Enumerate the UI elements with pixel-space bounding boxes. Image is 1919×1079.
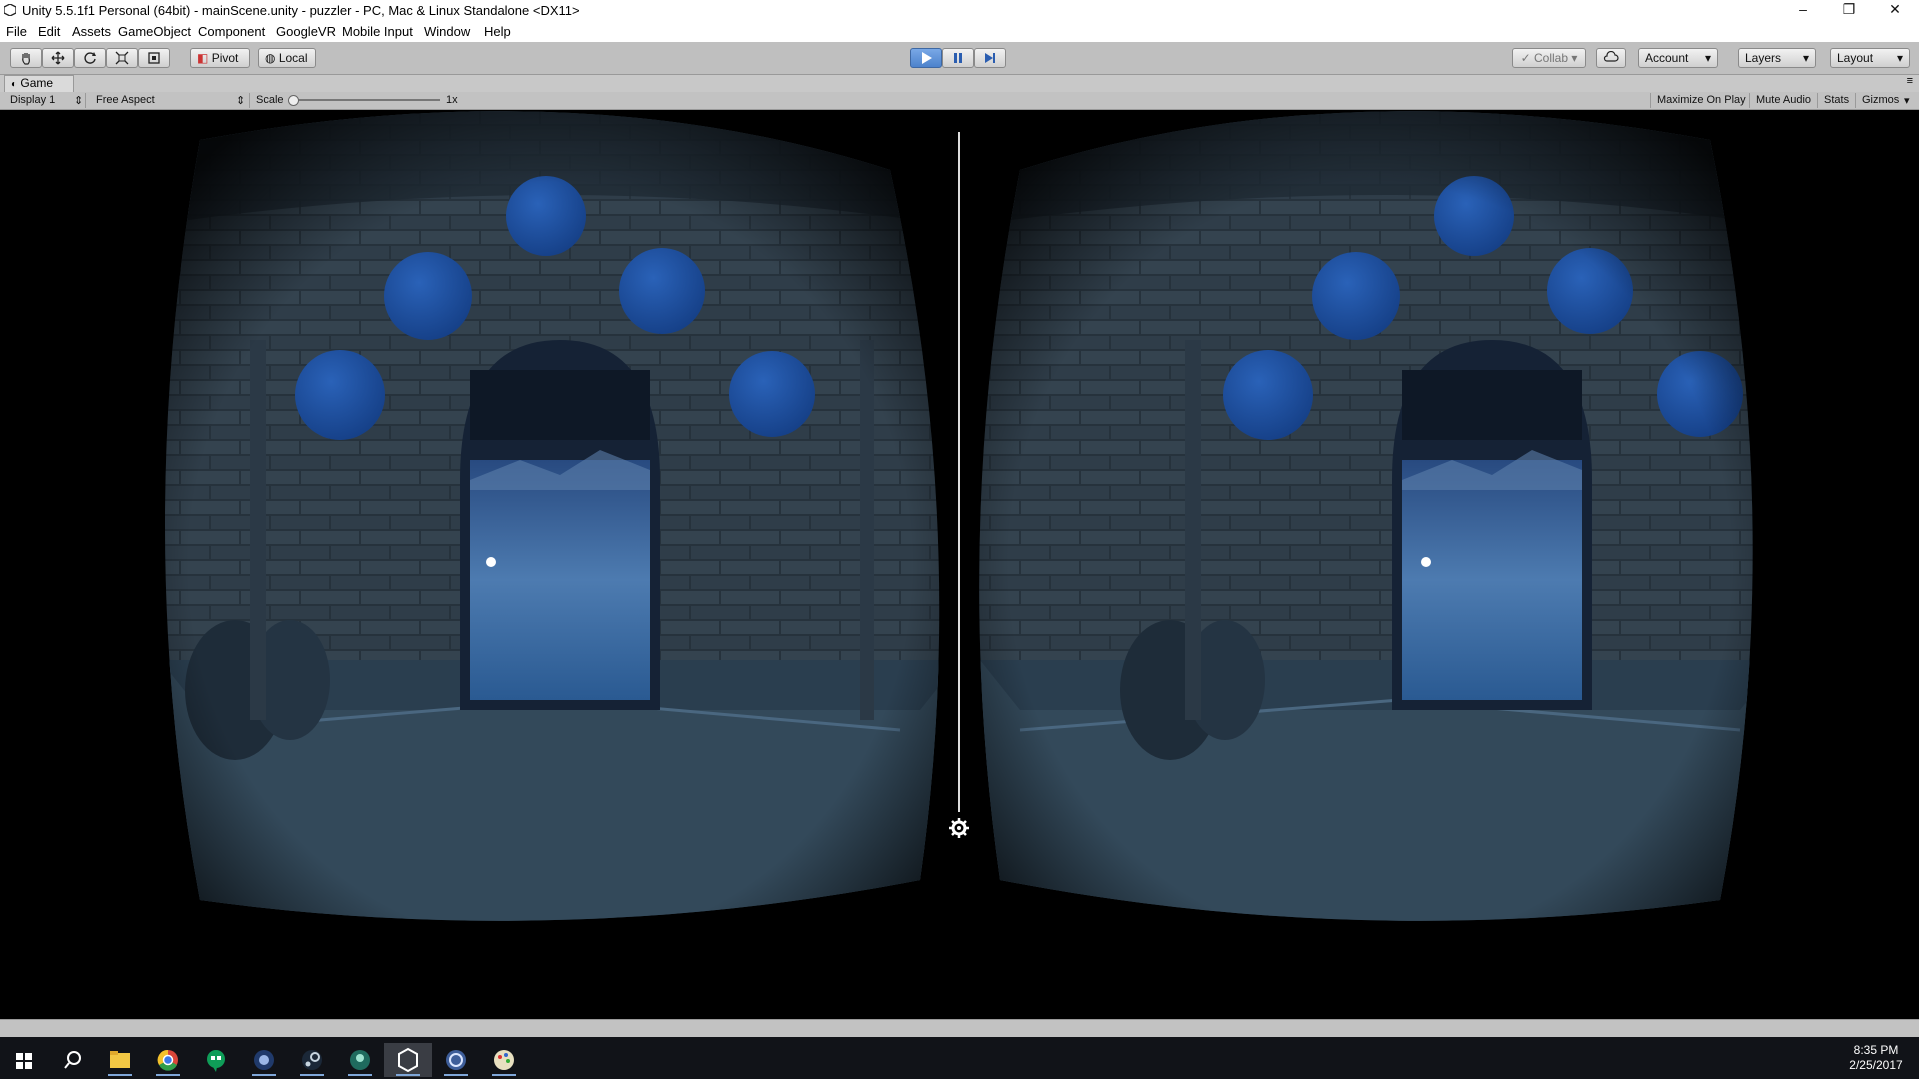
maximize-on-play-toggle[interactable]: Maximize On Play <box>1650 93 1750 108</box>
rect-tool-button[interactable] <box>138 48 170 68</box>
cloud-icon <box>1603 51 1619 62</box>
game-tab-bar: ◐ Game ≡ <box>0 75 1919 92</box>
right-eye-view <box>979 111 1753 921</box>
step-button[interactable] <box>974 48 1006 68</box>
account-dropdown[interactable]: Account ▾ <box>1638 48 1718 68</box>
windows-start-icon[interactable] <box>0 1043 48 1077</box>
aspect-label: Free Aspect <box>96 94 155 106</box>
vr-stereo-view <box>165 111 1753 921</box>
menu-component[interactable]: Component <box>198 24 265 39</box>
check-icon: ✓ <box>1520 51 1531 65</box>
chevron-down-icon: ▾ <box>1802 51 1809 65</box>
cloud-button[interactable] <box>1596 48 1626 68</box>
main-toolbar: ◧ Pivot ◍ Local ✓ Collab ▾ Account ▾ Laye… <box>0 42 1919 75</box>
minimize-button[interactable]: – <box>1780 0 1826 21</box>
scale-value: 1x <box>446 94 458 106</box>
windows-taskbar: 8:35 PM 2/25/2017 <box>0 1037 1919 1079</box>
rotate-icon <box>84 52 96 64</box>
scale-tool-button[interactable] <box>106 48 138 68</box>
chevron-down-icon: ▾ <box>1904 95 1910 107</box>
tab-menu-icon[interactable]: ≡ <box>1907 75 1913 87</box>
move-tool-button[interactable] <box>42 48 74 68</box>
gizmos-dropdown[interactable]: Gizmos ▾ <box>1858 93 1916 108</box>
pause-button[interactable] <box>942 48 974 68</box>
menu-window[interactable]: Window <box>424 24 470 39</box>
play-button[interactable] <box>910 48 942 68</box>
layout-label: Layout <box>1837 51 1874 65</box>
rotate-tool-button[interactable] <box>74 48 106 68</box>
close-button[interactable]: ✕ <box>1872 0 1918 21</box>
hangouts-icon[interactable] <box>192 1043 240 1077</box>
chevron-down-icon: ▾ <box>1704 51 1711 65</box>
menu-edit[interactable]: Edit <box>38 24 60 39</box>
display-dropdown[interactable]: Display 1 ⇕ <box>4 93 86 108</box>
menu-mobile-input[interactable]: Mobile Input <box>342 24 413 39</box>
rect-tool-icon <box>148 52 160 64</box>
scale-label: Scale <box>256 94 284 106</box>
file-explorer-icon[interactable] <box>96 1043 144 1077</box>
layers-label: Layers <box>1745 51 1782 65</box>
tab-game[interactable]: ◐ Game <box>4 75 74 92</box>
window-title: Unity 5.5.1f1 Personal (64bit) - mainSce… <box>22 3 580 18</box>
scale-slider-track[interactable] <box>290 99 440 101</box>
pivot-icon: ◧ <box>197 51 209 65</box>
stats-toggle[interactable]: Stats <box>1820 93 1856 108</box>
chrome-icon[interactable] <box>144 1043 192 1077</box>
game-viewport[interactable] <box>0 110 1919 1019</box>
account-label: Account <box>1645 51 1689 65</box>
app-green-icon[interactable] <box>336 1043 384 1077</box>
unity-logo-icon <box>4 4 16 16</box>
menu-bar: File Edit Assets GameObject Component Go… <box>0 21 1919 42</box>
collab-label: Collab <box>1534 51 1569 65</box>
mute-audio-toggle[interactable]: Mute Audio <box>1752 93 1818 108</box>
chevron-down-icon: ▾ <box>1896 51 1903 65</box>
local-toggle[interactable]: ◍ Local <box>258 48 316 68</box>
window-title-bar: Unity 5.5.1f1 Personal (64bit) - mainSce… <box>0 0 1919 21</box>
layers-dropdown[interactable]: Layers ▾ <box>1738 48 1816 68</box>
app-blue-icon[interactable] <box>240 1043 288 1077</box>
game-tab-icon: ◐ <box>11 79 18 90</box>
layout-dropdown[interactable]: Layout ▾ <box>1830 48 1910 68</box>
menu-assets[interactable]: Assets <box>72 24 111 39</box>
game-view-controls: Display 1 ⇕ Free Aspect ⇕ Scale 1x Maxim… <box>0 92 1919 110</box>
clock-date: 2/25/2017 <box>1849 1058 1903 1072</box>
move-arrows-icon <box>51 51 65 65</box>
tab-game-label: Game <box>20 76 54 90</box>
search-icon[interactable] <box>48 1043 96 1077</box>
maximize-on-play-label: Maximize On Play <box>1657 94 1746 106</box>
pivot-toggle[interactable]: ◧ Pivot <box>190 48 250 68</box>
app-disc-icon[interactable] <box>432 1043 480 1077</box>
scale-slider-thumb[interactable] <box>288 95 299 106</box>
play-icon <box>922 52 932 64</box>
stats-label: Stats <box>1824 94 1850 106</box>
mute-audio-label: Mute Audio <box>1756 94 1812 106</box>
local-icon: ◍ <box>265 51 276 65</box>
menu-help[interactable]: Help <box>484 24 511 39</box>
local-label: Local <box>278 51 308 65</box>
steam-icon[interactable] <box>288 1043 336 1077</box>
pivot-label: Pivot <box>211 51 239 65</box>
status-bar <box>0 1019 1919 1038</box>
display-label: Display 1 <box>10 94 56 106</box>
vr-settings-gear-icon[interactable] <box>949 818 969 838</box>
clock-time: 8:35 PM <box>1853 1043 1899 1057</box>
pause-icon <box>954 53 962 63</box>
aspect-dropdown[interactable]: Free Aspect ⇕ <box>90 93 250 108</box>
app-paint-icon[interactable] <box>480 1043 528 1077</box>
maximize-button[interactable]: ❐ <box>1826 0 1872 21</box>
hand-tool-button[interactable] <box>10 48 42 68</box>
collab-dropdown[interactable]: ✓ Collab ▾ <box>1512 48 1586 68</box>
left-eye-view <box>165 111 940 921</box>
taskbar-clock[interactable]: 8:35 PM 2/25/2017 <box>1841 1043 1911 1073</box>
hand-icon <box>22 53 30 65</box>
step-icon <box>985 53 995 63</box>
unity-icon[interactable] <box>384 1043 432 1077</box>
menu-googlevr[interactable]: GoogleVR <box>276 24 336 39</box>
scale-icon <box>115 51 129 65</box>
menu-gameobject[interactable]: GameObject <box>118 24 191 39</box>
updown-icon: ⇕ <box>74 95 84 107</box>
updown-icon: ⇕ <box>236 95 246 107</box>
menu-file[interactable]: File <box>6 24 27 39</box>
gizmos-label: Gizmos <box>1862 94 1900 106</box>
